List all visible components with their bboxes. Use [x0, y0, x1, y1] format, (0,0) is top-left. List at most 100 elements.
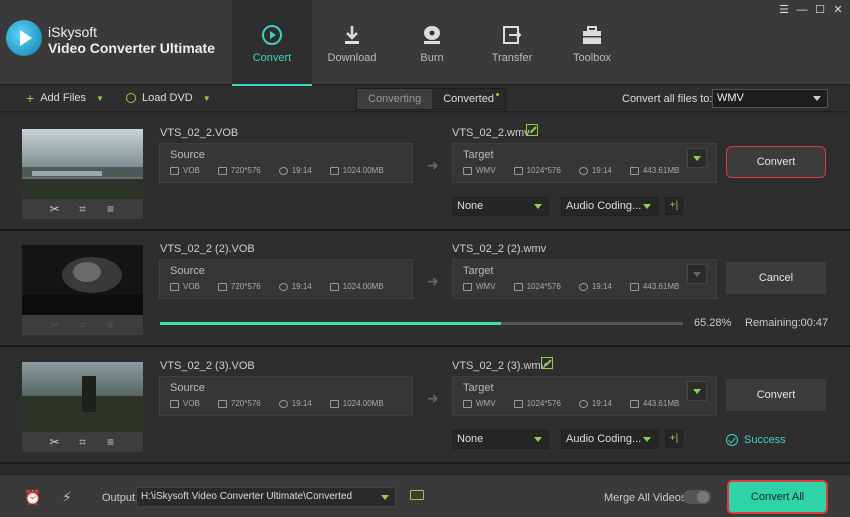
- arrow-right-icon: ➜: [427, 157, 439, 173]
- source-resolution: 720*576: [230, 282, 261, 291]
- dvd-icon: [126, 93, 136, 103]
- merge-toggle[interactable]: [683, 490, 711, 504]
- crop-icon: ⌗: [79, 317, 86, 332]
- format-icon: [463, 282, 472, 291]
- tab-burn[interactable]: Burn: [392, 0, 472, 85]
- convert-all-button[interactable]: Convert All: [727, 480, 828, 514]
- brand-line2: Video Converter Ultimate: [48, 40, 216, 56]
- source-title: Source: [170, 149, 205, 161]
- split-icon[interactable]: +|: [665, 197, 683, 215]
- source-info-card: Source VOB 720*576 19:14 1024.00MB: [159, 376, 413, 416]
- tab-download-label: Download: [327, 52, 377, 64]
- audio-select[interactable]: Audio Coding...: [561, 430, 658, 449]
- source-title: Source: [170, 382, 205, 394]
- tab-download[interactable]: Download: [312, 0, 392, 85]
- convert-button[interactable]: Convert: [726, 146, 826, 178]
- crop-icon[interactable]: ⌗: [76, 202, 90, 217]
- close-icon[interactable]: ✕: [832, 4, 844, 16]
- folder-icon: [329, 399, 339, 408]
- output-label: Output: [102, 492, 136, 504]
- add-files-button[interactable]: + Add Files ▼: [26, 90, 104, 106]
- main-nav: Convert Download Burn Transfer Toolbox: [232, 0, 632, 86]
- burn-icon: [424, 26, 440, 44]
- chevron-down-icon: [643, 204, 651, 209]
- minimize-icon[interactable]: —: [796, 4, 808, 16]
- brand: iSkysoft Video Converter Ultimate: [48, 24, 215, 57]
- output-path-select[interactable]: H:\iSkysoft Video Converter Ultimate\Con…: [136, 487, 396, 507]
- target-info-card: Target WMV 1024*576 19:14 443.61MB: [452, 376, 717, 416]
- menu-icon[interactable]: ☰: [778, 4, 790, 16]
- tab-transfer[interactable]: Transfer: [472, 0, 552, 85]
- resolution-icon: [217, 282, 227, 291]
- edit-icon[interactable]: [526, 124, 538, 136]
- effects-icon[interactable]: ≡: [104, 435, 118, 449]
- status-text: Success: [744, 434, 786, 446]
- tab-converting[interactable]: Converting: [357, 89, 433, 109]
- target-duration: 19:14: [591, 282, 612, 291]
- remaining-time: Remaining:00:47: [745, 317, 829, 329]
- clock-icon: [278, 282, 288, 291]
- output-format-select[interactable]: WMV: [712, 89, 828, 108]
- audio-value: Audio Coding...: [566, 200, 642, 212]
- effects-icon[interactable]: ≡: [104, 202, 118, 216]
- effects-icon: ≡: [106, 318, 114, 332]
- tab-convert[interactable]: Convert: [232, 0, 312, 86]
- source-duration: 19:14: [291, 166, 312, 175]
- tab-burn-label: Burn: [420, 52, 444, 64]
- target-title: Target: [463, 382, 494, 394]
- subtitle-value: None: [457, 200, 484, 212]
- load-dvd-button[interactable]: Load DVD ▼: [126, 92, 211, 104]
- trim-icon: ✂: [49, 318, 60, 332]
- target-meta: WMV 1024*576 19:14 443.61MB: [463, 399, 697, 408]
- subtitle-select[interactable]: None: [452, 430, 549, 449]
- cancel-button[interactable]: Cancel: [726, 262, 826, 294]
- crop-icon[interactable]: ⌗: [76, 435, 90, 450]
- lightning-icon[interactable]: ⚡: [62, 489, 72, 506]
- video-thumbnail: [22, 129, 143, 199]
- tab-converted[interactable]: Converted: [432, 89, 505, 109]
- subtitle-select[interactable]: None: [452, 197, 549, 216]
- tab-toolbox-label: Toolbox: [573, 52, 611, 64]
- chevron-down-icon: [534, 204, 542, 209]
- tab-toolbox[interactable]: Toolbox: [552, 0, 632, 85]
- target-size: 443.61MB: [642, 166, 680, 175]
- progress-fill: [160, 322, 502, 325]
- target-resolution: 1024*576: [526, 399, 561, 408]
- edit-icon[interactable]: [541, 357, 553, 369]
- chevron-down-icon[interactable]: ▼: [203, 94, 211, 103]
- app-header: iSkysoft Video Converter Ultimate Conver…: [0, 0, 850, 86]
- video-thumbnail: [22, 245, 143, 315]
- target-format-dropdown[interactable]: [687, 148, 707, 168]
- convert-button[interactable]: Convert: [726, 379, 826, 411]
- format-icon: [170, 282, 179, 291]
- clock-icon: [578, 282, 588, 291]
- target-format-dropdown[interactable]: [687, 381, 707, 401]
- trim-icon[interactable]: ✂: [48, 435, 62, 449]
- source-meta: VOB 720*576 19:14 1024.00MB: [170, 399, 402, 408]
- check-circle-icon: [726, 434, 738, 446]
- arrow-right-icon: ➜: [427, 273, 439, 289]
- source-filename: VTS_02_2 (3).VOB: [160, 360, 255, 372]
- folder-icon: [329, 166, 339, 175]
- open-folder-icon[interactable]: [410, 490, 424, 500]
- alarm-clock-icon[interactable]: ⏰: [24, 489, 41, 506]
- convert-all-to-label: Convert all files to:: [622, 93, 713, 105]
- target-format: WMV: [476, 166, 496, 175]
- plus-icon: +: [26, 90, 35, 106]
- tab-convert-label: Convert: [252, 52, 292, 64]
- chevron-down-icon[interactable]: ▼: [96, 94, 104, 103]
- footer-bar: ⏰ ⚡ Output H:\iSkysoft Video Converter U…: [0, 474, 850, 517]
- maximize-icon[interactable]: ☐: [814, 4, 826, 16]
- convert-icon: [262, 25, 282, 45]
- folder-icon: [629, 282, 639, 291]
- resolution-icon: [513, 282, 523, 291]
- split-icon[interactable]: +|: [665, 430, 683, 448]
- audio-select[interactable]: Audio Coding...: [561, 197, 658, 216]
- source-meta: VOB 720*576 19:14 1024.00MB: [170, 166, 402, 175]
- source-resolution: 720*576: [230, 399, 261, 408]
- trim-icon[interactable]: ✂: [48, 202, 62, 216]
- tab-transfer-label: Transfer: [491, 52, 533, 64]
- clip-tools: ✂ ⌗ ≡: [22, 199, 143, 219]
- source-filename: VTS_02_2 (2).VOB: [160, 243, 255, 255]
- target-resolution: 1024*576: [526, 166, 561, 175]
